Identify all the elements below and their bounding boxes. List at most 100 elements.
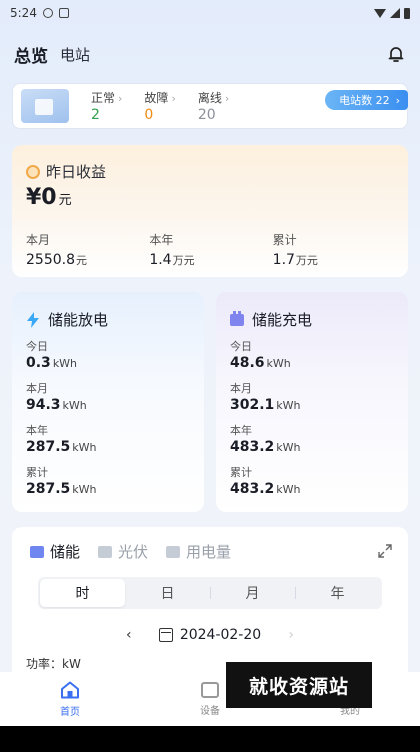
offline-count: 20 <box>197 107 216 123</box>
fault-stat[interactable]: 故障 › 0 <box>144 89 175 123</box>
expand-icon[interactable] <box>378 543 392 558</box>
earnings-amount: ¥0 元 <box>26 185 72 210</box>
app-header: 总览 电站 <box>14 40 406 68</box>
earnings-amount-value: ¥0 <box>26 185 57 210</box>
discharge-title: 储能放电 <box>48 311 109 329</box>
charge-label: 今日 <box>230 340 252 353</box>
discharge-row: 今日 0.3 kWh <box>26 338 77 371</box>
station-image <box>21 89 69 123</box>
charge-unit: kWh <box>276 399 301 412</box>
period-day[interactable]: 日 <box>125 579 210 607</box>
offline-stat[interactable]: 离线 › 20 <box>198 89 229 123</box>
tab-storage[interactable]: 储能 <box>30 541 80 562</box>
tab-stations[interactable]: 电站 <box>60 44 90 65</box>
chevron-right-icon[interactable]: › <box>281 627 301 643</box>
calendar-icon[interactable] <box>158 628 173 642</box>
status-bar: 5:24 <box>0 0 420 26</box>
discharge-value: 0.3 <box>26 355 51 371</box>
nav-home-label: 首页 <box>60 706 80 718</box>
earnings-title: 昨日收益 <box>46 163 107 181</box>
fault-count: 0 <box>144 107 154 123</box>
chevron-right-icon: › <box>171 92 176 105</box>
charge-label: 本月 <box>230 382 252 395</box>
earnings-year-label: 本年 <box>149 233 174 247</box>
system-nav-bar <box>0 726 420 752</box>
charge-card[interactable]: 储能充电 今日 48.6 kWh 本月 302.1 kWh 本年 483.2 kWh … <box>216 292 408 512</box>
tab-consumption[interactable]: 用电量 <box>166 541 231 562</box>
charge-value: 302.1 <box>230 397 275 413</box>
discharge-value: 287.5 <box>26 481 71 497</box>
earnings-year-value: 1.4 <box>149 252 172 268</box>
discharge-unit: kWh <box>62 399 87 412</box>
charge-value: 483.2 <box>230 439 275 455</box>
coin-icon <box>26 164 40 179</box>
offline-label: 离线 <box>197 91 222 105</box>
discharge-row: 本年 287.5 kWh <box>26 422 97 455</box>
chevron-right-icon: › <box>395 93 400 107</box>
nav-home[interactable]: 首页 <box>0 672 140 726</box>
discharge-card[interactable]: 储能放电 今日 0.3 kWh 本月 94.3 kWh 本年 287.5 kWh 累计… <box>12 292 204 512</box>
period-month[interactable]: 月 <box>210 579 295 607</box>
battery-icon <box>404 7 410 19</box>
normal-stat[interactable]: 正常 › 2 <box>91 89 122 123</box>
period-selector: 时 日 月 年 <box>38 577 382 609</box>
earnings-total: 累计 1.7万元 <box>273 231 396 268</box>
charge-label: 本年 <box>230 424 252 437</box>
period-year[interactable]: 年 <box>295 579 380 607</box>
period-hour[interactable]: 时 <box>40 579 125 607</box>
discharge-unit: kWh <box>52 357 78 370</box>
earnings-year: 本年 1.4万元 <box>149 231 272 268</box>
discharge-row: 累计 287.5 kWh <box>26 464 97 497</box>
solar-icon <box>98 545 113 558</box>
earnings-total-value: 1.7 <box>272 252 295 268</box>
chevron-left-icon[interactable]: ‹ <box>119 627 139 643</box>
chevron-right-icon: › <box>118 92 123 105</box>
discharge-label: 今日 <box>26 340 48 353</box>
charge-value: 483.2 <box>230 481 275 497</box>
date-navigator: ‹ 2024-02-20 › <box>12 627 408 643</box>
lightning-icon <box>26 311 40 328</box>
charge-unit: kWh <box>266 357 291 370</box>
earnings-month-label: 本月 <box>26 233 51 247</box>
charge-row: 今日 48.6 kWh <box>230 338 291 371</box>
discharge-label: 本月 <box>26 382 48 395</box>
bell-icon[interactable] <box>386 44 406 64</box>
consumption-icon <box>166 545 181 558</box>
tab-solar[interactable]: 光伏 <box>98 541 148 562</box>
charge-row: 本年 483.2 kWh <box>230 422 301 455</box>
shield-icon <box>42 8 53 18</box>
charge-label: 累计 <box>230 466 252 479</box>
signal-icon <box>390 8 400 18</box>
nav-devices-label: 设备 <box>200 705 220 717</box>
page-title[interactable]: 总览 <box>14 42 48 67</box>
tab-solar-label: 光伏 <box>118 543 149 561</box>
earnings-month: 本月 2550.8元 <box>26 231 149 268</box>
earnings-month-value: 2550.8 <box>26 252 75 268</box>
earnings-card: 昨日收益 ¥0 元 本月 2550.8元 本年 1.4万元 累计 1.7万元 <box>12 145 408 277</box>
home-icon <box>60 681 80 699</box>
charge-row: 本月 302.1 kWh <box>230 380 301 413</box>
discharge-value: 94.3 <box>26 397 61 413</box>
app-screen: 5:24 总览 电站 正常 › 2 故障 › 0 离线 › 20 电站数 22 … <box>0 0 420 752</box>
station-count-badge[interactable]: 电站数 22 › <box>325 90 408 110</box>
discharge-value: 287.5 <box>26 439 71 455</box>
charge-unit: kWh <box>276 483 301 496</box>
station-count-label: 电站数 22 <box>339 94 390 107</box>
earnings-total-label: 累计 <box>272 233 297 247</box>
station-summary-card[interactable]: 正常 › 2 故障 › 0 离线 › 20 电站数 22 › <box>12 83 408 129</box>
discharge-label: 本年 <box>26 424 48 437</box>
charge-value: 48.6 <box>230 355 265 371</box>
discharge-unit: kWh <box>72 483 97 496</box>
notification-icon <box>58 8 69 18</box>
date-picker[interactable]: 2024-02-20 <box>180 627 261 643</box>
tab-storage-label: 储能 <box>50 543 81 561</box>
watermark-overlay: 就收资源站 <box>226 662 372 708</box>
chevron-right-icon: › <box>224 92 230 105</box>
status-time: 5:24 <box>10 6 37 20</box>
earnings-year-unit: 万元 <box>172 254 195 267</box>
charge-title: 储能充电 <box>252 311 313 329</box>
power-axis-label: 功率：kW <box>26 657 81 671</box>
normal-label: 正常 <box>91 91 116 105</box>
earnings-total-unit: 万元 <box>295 254 318 267</box>
charge-row: 累计 483.2 kWh <box>230 464 301 497</box>
